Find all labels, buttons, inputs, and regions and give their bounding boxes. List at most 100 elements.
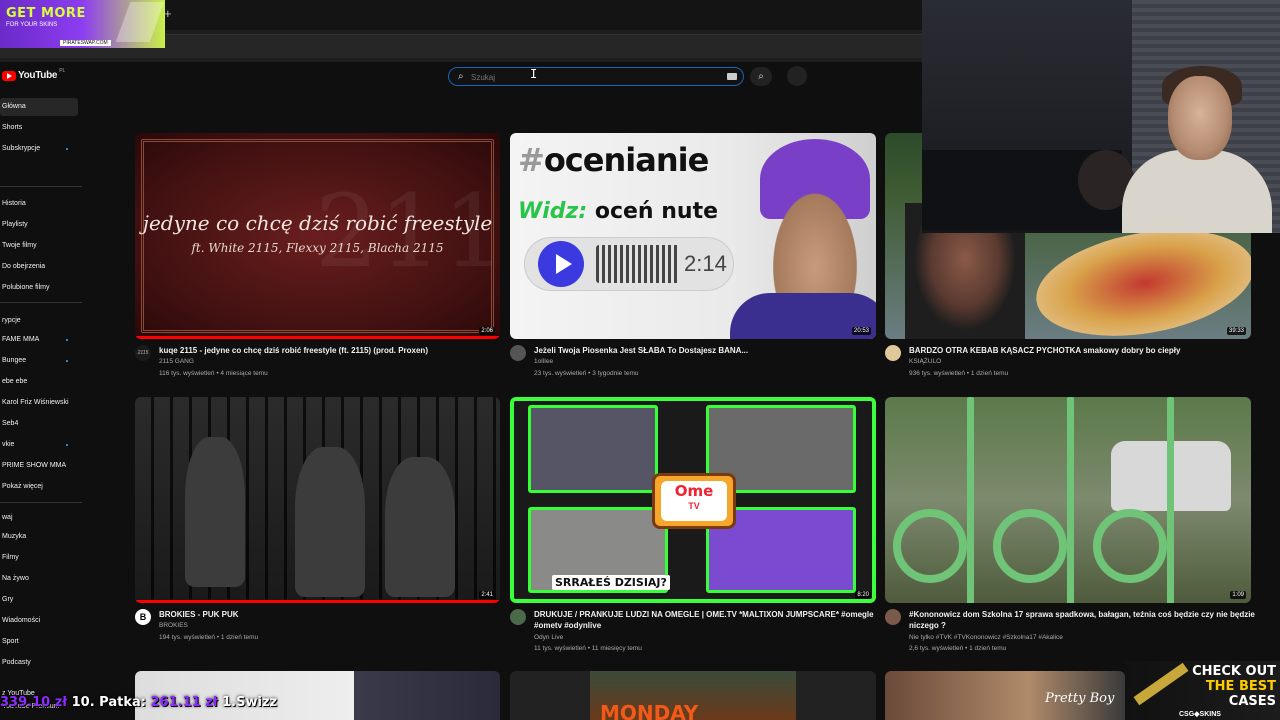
channel-avatar[interactable] bbox=[510, 345, 526, 361]
video-title[interactable]: BROKIES - PUK PUK bbox=[159, 609, 504, 620]
sidebar-divider bbox=[0, 502, 82, 503]
fence-bar bbox=[1167, 397, 1174, 603]
sidebar-item-label: rypcje bbox=[2, 317, 21, 324]
sidebar-item[interactable]: Do obejrzenia bbox=[0, 258, 78, 276]
youtube-logo[interactable]: YouTube PL bbox=[2, 67, 66, 81]
thumbnail-person bbox=[185, 437, 245, 587]
ad-tagline: FOR YOUR SKINS bbox=[6, 22, 58, 28]
video-info: 2115 kuqe 2115 - jedyne co chcę dziś rob… bbox=[135, 345, 505, 385]
search-icon: ⌕ bbox=[458, 71, 464, 82]
sidebar-item[interactable]: FAME MMA bbox=[0, 331, 78, 349]
video-title[interactable]: BARDZO OTRA KEBAB KĄSACZ PYCHOTKA smakow… bbox=[909, 345, 1254, 356]
video-thumbnail[interactable]: 2115 jedyne co chcę dziś robić freestyle… bbox=[135, 133, 500, 339]
voice-search-button[interactable] bbox=[787, 66, 807, 86]
channel-name[interactable]: Nie tylko #TVK #TVKononowicz #Szkolna17 … bbox=[909, 634, 1063, 641]
channel-name[interactable]: KSIĄŻULO bbox=[909, 358, 941, 365]
sidebar-item-label: Polubione filmy bbox=[2, 284, 50, 291]
sidebar-item-label: Sport bbox=[2, 638, 19, 645]
video-thumbnail[interactable]: #ocenianie Widz: oceń nute 2:14 20:53 bbox=[510, 133, 876, 339]
thumbnail-title-text: jedyne co chcę dziś robić freestyle bbox=[142, 211, 493, 235]
sidebar-item-label: ebe ebe bbox=[2, 378, 28, 385]
channel-avatar[interactable]: 2115 bbox=[135, 345, 151, 361]
sidebar-item[interactable]: Podcasty bbox=[0, 654, 78, 672]
sidebar-item[interactable]: Filmy bbox=[0, 549, 78, 567]
sidebar-item[interactable]: Karol Friz Wiśniewski bbox=[0, 394, 78, 412]
sidebar-item[interactable]: Główna bbox=[0, 98, 78, 116]
pirateswap-ad-banner[interactable]: GET MORE FOR YOUR SKINS PIRATESWAP.COM bbox=[0, 0, 165, 48]
sidebar-item[interactable]: Na żywo bbox=[0, 570, 78, 588]
channel-avatar[interactable] bbox=[510, 609, 526, 625]
sidebar-item[interactable]: Playlisty bbox=[0, 216, 78, 234]
video-thumbnail[interactable]: 1:09 bbox=[885, 397, 1251, 603]
sidebar-item[interactable]: Historia bbox=[0, 195, 78, 213]
duration-badge: 8:20 bbox=[855, 591, 871, 599]
keyboard-icon[interactable] bbox=[727, 73, 737, 80]
video-thumbnail[interactable]: Pretty Boy bbox=[885, 671, 1125, 720]
sidebar-item[interactable]: Gry bbox=[0, 591, 78, 609]
fence-bar bbox=[967, 397, 974, 603]
search-input[interactable] bbox=[471, 70, 711, 84]
video-thumbnail[interactable]: 2:41 bbox=[135, 397, 500, 603]
channel-name[interactable]: Odyn Live bbox=[534, 634, 563, 641]
sidebar-item[interactable]: Sport bbox=[0, 633, 78, 651]
sidebar-item[interactable]: Twoje filmy bbox=[0, 237, 78, 255]
csgskins-ad[interactable]: CHECK OUT THE BEST CASES CSG◆SKINS bbox=[1125, 661, 1280, 720]
sidebar-item-label: Muzyka bbox=[2, 533, 27, 540]
new-tab-button[interactable]: + bbox=[164, 6, 172, 21]
search-button[interactable]: ⌕ bbox=[750, 67, 772, 86]
sidebar-item[interactable]: vkie bbox=[0, 436, 78, 454]
sidebar-item[interactable]: Wiadomości bbox=[0, 612, 78, 630]
sidebar-item-label: Filmy bbox=[2, 554, 19, 561]
region-code: PL bbox=[59, 67, 66, 74]
sidebar-item[interactable]: Bungee bbox=[0, 352, 78, 370]
sidebar-item[interactable]: rypcje bbox=[0, 312, 78, 330]
sidebar-item[interactable]: Seb4 bbox=[0, 415, 78, 433]
ad-brand: CSG◆SKINS bbox=[1179, 711, 1221, 718]
thumbnail-person bbox=[295, 447, 365, 597]
sidebar-item-label: Playlisty bbox=[2, 221, 28, 228]
video-title[interactable]: #Kononowicz dom Szkolna 17 sprawa spadko… bbox=[909, 609, 1259, 631]
new-content-dot-icon bbox=[66, 339, 68, 341]
sidebar-divider bbox=[0, 186, 82, 187]
channel-avatar[interactable] bbox=[885, 345, 901, 361]
channel-avatar[interactable] bbox=[885, 609, 901, 625]
channel-name[interactable]: 2115 GANG bbox=[159, 358, 194, 365]
thumbnail-stage: MONDAY bbox=[590, 671, 796, 720]
search-box[interactable]: ⌕ bbox=[448, 67, 744, 86]
video-thumbnail[interactable]: Ome TV SRRAŁEŚ DZISIAJ? 8:20 bbox=[510, 397, 876, 603]
sidebar-item[interactable]: Pokaż więcej bbox=[0, 478, 78, 496]
sidebar-item[interactable]: Polubione filmy bbox=[0, 279, 78, 297]
sidebar-item-label: Shorts bbox=[2, 124, 23, 131]
video-meta: 11 tys. wyświetleń • 11 miesięcy temu bbox=[534, 645, 642, 652]
thumbnail-caption: SRRAŁEŚ DZISIAJ? bbox=[552, 575, 670, 590]
duration-badge: 39:33 bbox=[1226, 327, 1246, 335]
video-title[interactable]: DRUKUJE / PRANKUJE LUDZI NA OMEGLE | OME… bbox=[534, 609, 874, 631]
thumbnail-headline: #ocenianie bbox=[518, 141, 709, 179]
waveform-icon bbox=[596, 245, 680, 283]
sidebar-item-label: Podcasty bbox=[2, 659, 31, 666]
video-title[interactable]: Jeżeli Twoja Piosenka Jest SŁABA To Dost… bbox=[534, 345, 879, 356]
sidebar-item[interactable]: PRIME SHOW MMA bbox=[0, 457, 78, 475]
youtube-play-icon bbox=[2, 70, 16, 81]
video-thumbnail[interactable]: MONDAY bbox=[510, 671, 876, 720]
sidebar-item-label: Na żywo bbox=[2, 575, 29, 582]
sidebar-item[interactable]: waj bbox=[0, 509, 78, 527]
video-meta: 23 tys. wyświetleń • 3 tygodnie temu bbox=[534, 370, 639, 377]
channel-avatar[interactable]: B bbox=[135, 609, 151, 625]
sidebar-item-label: Główna bbox=[2, 103, 26, 110]
sidebar-item[interactable]: Shorts bbox=[0, 119, 78, 137]
fence-ring bbox=[993, 509, 1067, 583]
sidebar-item-label: FAME MMA bbox=[2, 336, 40, 343]
new-content-dot-icon bbox=[66, 148, 68, 150]
sidebar-item-label: Twoje filmy bbox=[2, 242, 37, 249]
sidebar-item[interactable]: ebe ebe bbox=[0, 373, 78, 391]
channel-name[interactable]: 1ollIee bbox=[534, 358, 553, 365]
sidebar-item[interactable]: Subskrypcje bbox=[0, 140, 78, 158]
channel-name[interactable]: BROKIES bbox=[159, 622, 188, 629]
video-title[interactable]: kuqe 2115 - jedyne co chcę dziś robić fr… bbox=[159, 345, 504, 356]
sidebar-item-label: Karol Friz Wiśniewski bbox=[2, 399, 69, 406]
sidebar-item[interactable]: Muzyka bbox=[0, 528, 78, 546]
sidebar-item-label: Pokaż więcej bbox=[2, 483, 43, 490]
video-info: B BROKIES - PUK PUK BROKIES 194 tys. wyś… bbox=[135, 609, 505, 649]
video-meta: 936 tys. wyświetleń • 1 dzień temu bbox=[909, 370, 1009, 377]
